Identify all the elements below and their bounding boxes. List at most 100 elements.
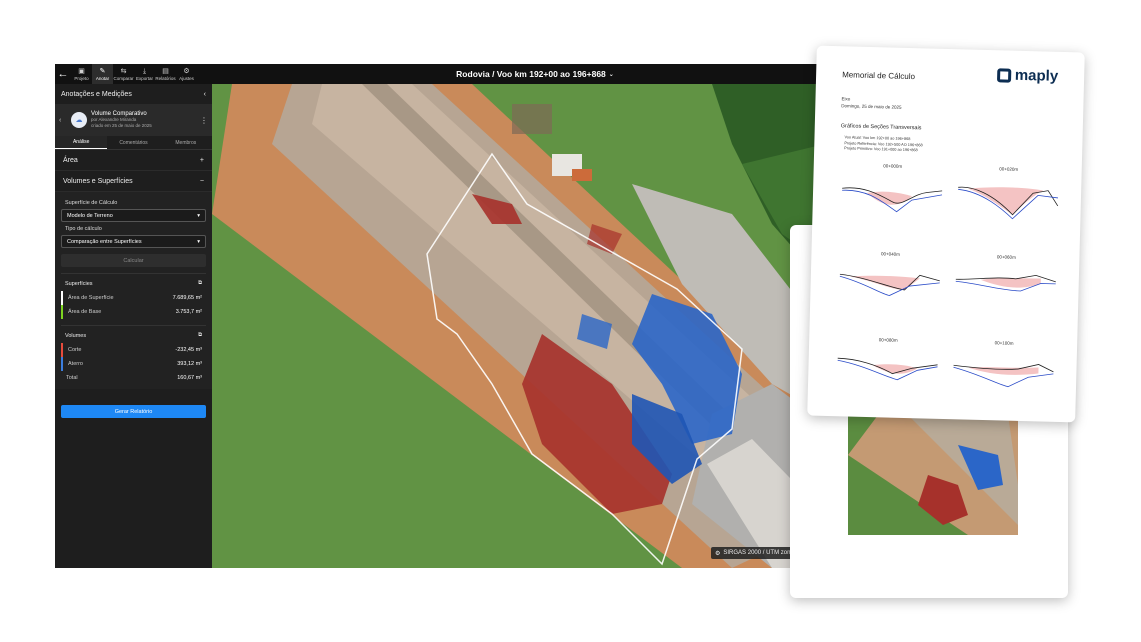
toolbar-exportar[interactable]: ⤓ Exportar — [134, 64, 155, 84]
section-plot — [837, 357, 938, 381]
chart-title: 00+020m — [999, 166, 1019, 172]
report-section-title: Gráficos de Seções Transversais — [840, 123, 922, 132]
chart-title: 00+040m — [880, 251, 900, 257]
calc-surface-label: Superfície de Cálculo — [65, 200, 118, 206]
toolbar-comparar[interactable]: ⇆ Comparar — [113, 64, 134, 84]
section-plot — [842, 187, 943, 213]
legend-entry: Projeto Primitivo: Voo 191+000 ao 196+86… — [844, 146, 918, 153]
back-arrow-icon[interactable]: ← — [55, 64, 71, 84]
calc-surface-select[interactable]: Modelo de Terreno ▾ — [61, 209, 206, 222]
map-viewport[interactable] — [212, 84, 825, 568]
cross-section-chart: 00+020m — [952, 165, 1064, 230]
copy-icon[interactable]: ⧉ — [198, 332, 202, 339]
tab-membros[interactable]: Membros — [160, 136, 212, 149]
cross-section-chart: 00+100m — [948, 339, 1060, 404]
screenshot-stage: ← ▣ Projeto ✎ Anotar ⇆ Comparar ⤓ Exportar ▤… — [0, 0, 1141, 642]
expand-plus-icon: + — [199, 156, 204, 164]
copy-icon[interactable]: ⧉ — [198, 280, 202, 287]
generate-report-button[interactable]: Gerar Relatório — [61, 405, 206, 418]
sidebar-title: Anotações e Medições — [61, 90, 132, 98]
section-plot — [955, 274, 1056, 292]
volume-value: 393,12 m³ — [177, 361, 202, 367]
maply-logo-icon — [996, 67, 1012, 83]
volume-label: Corte — [68, 347, 82, 353]
cross-section-chart: 00+080m — [832, 336, 944, 401]
cross-section-chart: 00+000m — [836, 162, 948, 227]
toolbar-relatorios[interactable]: ▤ Relatórios — [155, 64, 176, 84]
maply-logo: maply — [996, 66, 1059, 85]
annotate-icon: ✎ — [99, 67, 106, 75]
collapse-minus-icon: − — [199, 177, 204, 185]
chart-title: 00+100m — [994, 340, 1014, 346]
toolbar-label: Exportar — [135, 75, 153, 81]
report-title: Memorial de Cálculo — [842, 70, 916, 82]
section-area-label: Área — [63, 156, 78, 164]
total-value: 160,67 m³ — [177, 375, 202, 381]
meta-date: Domingo, 25 de maio de 2025 — [841, 103, 902, 110]
report-page-memorial: Memorial de Cálculo maply Eixo Domingo, … — [807, 45, 1085, 423]
toolbar-projeto[interactable]: ▣ Projeto — [71, 64, 92, 84]
report-meta: Eixo Domingo, 25 de maio de 2025 — [841, 95, 902, 111]
sidebar-header: Anotações e Medições ‹ — [55, 84, 212, 104]
toolbar-label: Projeto — [74, 75, 89, 81]
reports-icon: ▤ — [162, 67, 169, 75]
volumes-header: Volumes ⧉ — [61, 325, 206, 343]
sidebar: Anotações e Medições ‹ ‹ ☁ Volume Compar… — [55, 84, 212, 568]
flight-title-dropdown[interactable]: Rodovia / Voo km 192+00 ao 196+868 ⌄ — [435, 64, 635, 84]
caret-down-icon: ▾ — [197, 238, 200, 245]
project-info: Volume Comparativo por Alexandre Miranda… — [91, 111, 196, 129]
compare-icon: ⇆ — [120, 67, 127, 75]
total-row: Total 160,67 m³ — [61, 371, 206, 385]
toolbar-label: Anotar — [95, 75, 110, 81]
surfaces-title: Superfícies — [65, 280, 93, 287]
volume-value: -232,45 m³ — [175, 347, 202, 353]
collapse-chevron-icon[interactable]: ‹ — [204, 91, 206, 98]
section-plot — [839, 273, 940, 296]
export-icon: ⤓ — [142, 67, 147, 75]
surface-row: Área de Base 3.753,7 m² — [61, 305, 206, 319]
calc-type-label: Tipo de cálculo — [65, 226, 102, 232]
chart-title: 00+060m — [996, 254, 1016, 260]
calculate-button[interactable]: Calcular — [61, 254, 206, 267]
tab-analise[interactable]: Análise — [55, 136, 108, 149]
app-window: ← ▣ Projeto ✎ Anotar ⇆ Comparar ⤓ Exportar ▤… — [55, 64, 825, 568]
section-volumes-label: Volumes e Superfícies — [63, 177, 133, 185]
aerial-orthophoto — [212, 84, 825, 568]
toolbar-label: Ajustes — [179, 75, 194, 81]
toolbar-label: Relatórios — [155, 75, 176, 81]
logo-text: maply — [1014, 66, 1059, 85]
tab-comentarios[interactable]: Comentários — [107, 136, 159, 149]
project-icon: ▣ — [78, 67, 85, 75]
total-label: Total — [66, 375, 78, 381]
report-legend: Voo Atual: Voo km 192+00 ao 196+868 Proj… — [844, 135, 923, 154]
chevron-down-icon: ⌄ — [608, 71, 614, 78]
surfaces-header: Superfícies ⧉ — [61, 273, 206, 291]
surface-row: Área de Superfície 7.689,65 m² — [61, 291, 206, 305]
chart-title: 00+080m — [878, 337, 898, 343]
section-area[interactable]: Área + — [55, 150, 212, 171]
settings-icon: ⚙ — [183, 67, 190, 75]
caret-down-icon: ▾ — [197, 212, 200, 219]
toolbar-ajustes[interactable]: ⚙ Ajustes — [176, 64, 197, 84]
volumes-title: Volumes — [65, 332, 87, 339]
project-created: criado em 25 de maio de 2025 — [91, 123, 152, 128]
chevron-left-icon[interactable]: ‹ — [59, 117, 67, 124]
section-volumes[interactable]: Volumes e Superfícies − — [55, 171, 212, 192]
chart-title: 00+000m — [883, 163, 903, 169]
surface-value: 3.753,7 m² — [175, 309, 202, 315]
volume-row: Aterro 393,12 m³ — [61, 357, 206, 371]
top-toolbar: ← ▣ Projeto ✎ Anotar ⇆ Comparar ⤓ Exportar ▤… — [55, 64, 825, 84]
volume-row: Corte -232,45 m³ — [61, 343, 206, 357]
cross-section-chart: 00+060m — [950, 253, 1062, 318]
gear-icon[interactable]: ⚙ — [715, 550, 720, 557]
calc-surface-value: Modelo de Terreno — [67, 212, 113, 219]
volume-label: Aterro — [68, 361, 83, 367]
more-options-icon[interactable]: ⋮ — [200, 116, 208, 125]
volumes-panel: Superfície de Cálculo Modelo de Terreno … — [55, 192, 212, 389]
sidebar-tabs: Análise Comentários Membros — [55, 136, 212, 150]
calc-type-select[interactable]: Comparação entre Superfícies ▾ — [61, 235, 206, 248]
surface-label: Área de Superfície — [68, 295, 114, 301]
project-card[interactable]: ‹ ☁ Volume Comparativo por Alexandre Mir… — [55, 104, 212, 136]
toolbar-anotar[interactable]: ✎ Anotar — [92, 64, 113, 84]
surface-value: 7.689,65 m² — [172, 295, 202, 301]
